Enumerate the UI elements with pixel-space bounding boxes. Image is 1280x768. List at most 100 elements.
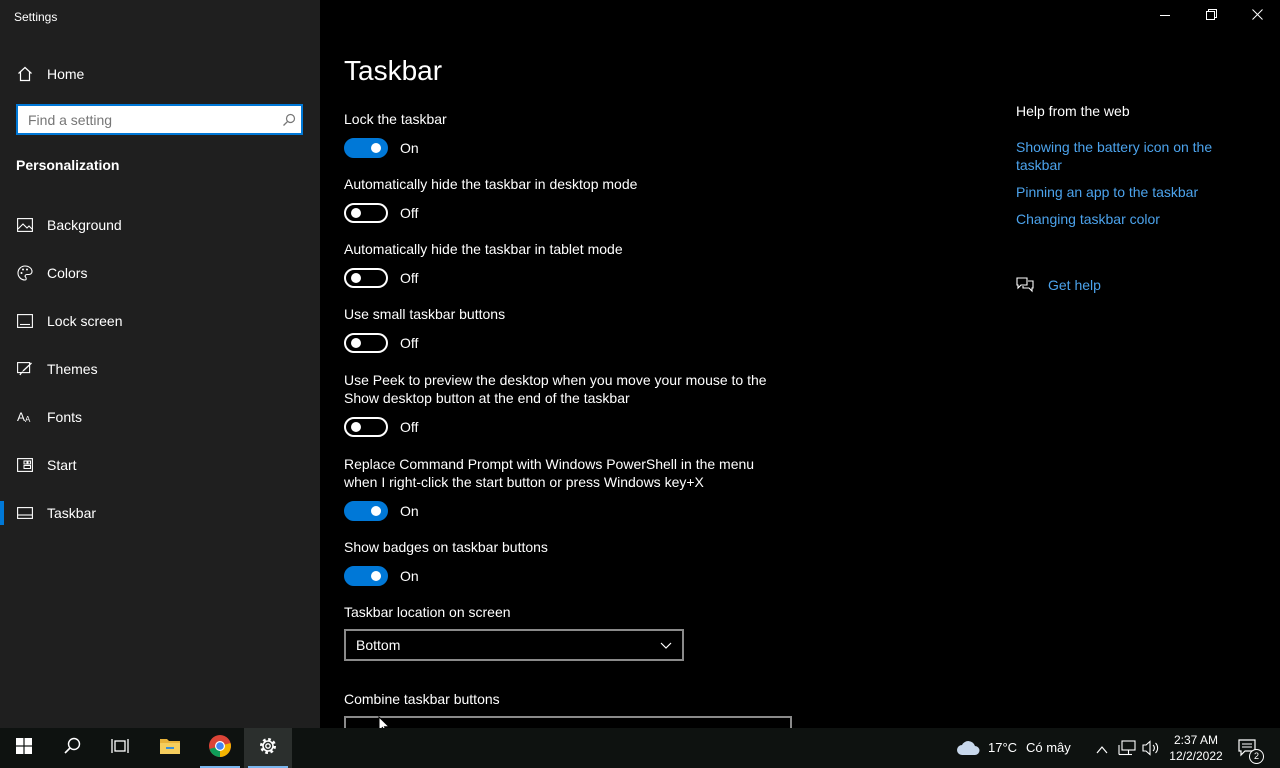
minimize-icon: [1160, 7, 1170, 25]
toggle-state: On: [400, 503, 419, 519]
setting-label-lock-taskbar: Lock the taskbar: [344, 111, 447, 127]
lock-taskbar-toggle[interactable]: [344, 138, 388, 158]
setting-label-powershell: Replace Command Prompt with Windows Powe…: [344, 456, 755, 490]
weather-description[interactable]: Có mây: [1026, 740, 1071, 755]
notification-count-badge: 2: [1249, 749, 1264, 764]
settings-taskbar-button[interactable]: [244, 728, 292, 768]
font-icon: AA: [16, 408, 34, 426]
home-nav-item[interactable]: Home: [16, 62, 84, 86]
toggle-state: Off: [400, 205, 419, 221]
chat-help-icon: [1016, 276, 1034, 294]
toggle-row-peek: Off: [344, 417, 418, 437]
small-buttons-toggle[interactable]: [344, 333, 388, 353]
clock-date: 12/2/2022: [1169, 749, 1223, 763]
start-icon: [16, 456, 34, 474]
help-title: Help from the web: [1016, 103, 1130, 119]
setting-label-location: Taskbar location on screen: [344, 604, 511, 620]
sidebar-item-label: Background: [47, 217, 122, 233]
toggle-row-lock-taskbar: On: [344, 138, 419, 158]
setting-label-autohide-tablet: Automatically hide the taskbar in tablet…: [344, 241, 623, 257]
powershell-toggle[interactable]: [344, 501, 388, 521]
taskbar-icon: [16, 504, 34, 522]
sidebar-item-taskbar[interactable]: Taskbar: [0, 493, 320, 533]
close-button[interactable]: [1234, 0, 1280, 32]
toggle-knob: [371, 506, 381, 516]
page-title: Taskbar: [344, 55, 443, 86]
toggle-state: On: [400, 140, 419, 156]
toggle-row-badges: On: [344, 566, 419, 586]
task-view-icon: [111, 738, 129, 759]
toggle-knob: [371, 571, 381, 581]
lock-screen-icon: [16, 312, 34, 330]
restore-button[interactable]: [1188, 0, 1234, 32]
dropdown-value: Bottom: [356, 637, 401, 653]
help-link-battery-icon[interactable]: Showing the battery icon on the taskbar: [1016, 138, 1236, 174]
get-help-link[interactable]: Get help: [1016, 276, 1101, 294]
volume-icon[interactable]: [1142, 740, 1160, 761]
sidebar-item-label: Taskbar: [47, 505, 97, 521]
chrome-button[interactable]: [196, 728, 244, 768]
toggle-row-powershell: On: [344, 501, 419, 521]
gear-icon: [258, 736, 278, 761]
sidebar-item-themes[interactable]: Themes: [0, 349, 320, 389]
setting-label-small-buttons: Use small taskbar buttons: [344, 306, 506, 322]
sidebar: Settings Home Personalization Background…: [0, 0, 320, 728]
help-link-taskbar-color[interactable]: Changing taskbar color: [1016, 210, 1236, 228]
home-label: Home: [47, 66, 85, 82]
search-input[interactable]: [18, 106, 277, 133]
autohide-tablet-toggle[interactable]: [344, 268, 388, 288]
sidebar-item-background[interactable]: Background: [0, 205, 320, 245]
setting-label-peek: Use Peek to preview the desktop when you…: [344, 372, 767, 406]
get-help-label: Get help: [1048, 277, 1101, 293]
autohide-desktop-toggle[interactable]: [344, 203, 388, 223]
weather-temperature[interactable]: 17°C: [988, 740, 1017, 755]
toggle-row-autohide-desktop: Off: [344, 203, 418, 223]
section-title: Personalization: [16, 157, 120, 173]
setting-label-autohide-desktop: Automatically hide the taskbar in deskto…: [344, 176, 638, 192]
chevron-up-icon[interactable]: [1096, 742, 1108, 760]
toggle-state: Off: [400, 419, 419, 435]
file-explorer-button[interactable]: [146, 728, 194, 768]
app-title: Settings: [14, 10, 58, 24]
peek-toggle[interactable]: [344, 417, 388, 437]
search-box[interactable]: [16, 104, 303, 135]
toggle-knob: [351, 208, 361, 218]
svg-text:A: A: [25, 415, 31, 424]
palette-icon: [16, 264, 34, 282]
sidebar-item-fonts[interactable]: AA Fonts: [0, 397, 320, 437]
sidebar-item-start[interactable]: Start: [0, 445, 320, 485]
toggle-state: Off: [400, 335, 419, 351]
taskbar-location-dropdown[interactable]: Bottom: [344, 629, 684, 661]
toggle-knob: [351, 338, 361, 348]
sidebar-item-label: Lock screen: [47, 313, 123, 329]
sidebar-item-label: Fonts: [47, 409, 83, 425]
sidebar-item-colors[interactable]: Colors: [0, 253, 320, 293]
svg-text:A: A: [17, 410, 25, 424]
badges-toggle[interactable]: [344, 566, 388, 586]
toggle-state: On: [400, 568, 419, 584]
setting-label-badges: Show badges on taskbar buttons: [344, 539, 548, 555]
toggle-row-small-buttons: Off: [344, 333, 418, 353]
picture-icon: [16, 216, 34, 234]
search-icon[interactable]: [277, 113, 301, 127]
restore-icon: [1205, 7, 1217, 25]
taskbar-search-button[interactable]: [48, 728, 96, 768]
cloud-weather-icon[interactable]: [956, 739, 980, 762]
chrome-icon: [208, 734, 232, 763]
sidebar-item-lock-screen[interactable]: Lock screen: [0, 301, 320, 341]
network-icon[interactable]: [1118, 740, 1136, 761]
windows-logo-icon: [16, 737, 32, 759]
system-clock[interactable]: 2:37 AM 12/2/2022: [1168, 732, 1224, 764]
toggle-knob: [371, 143, 381, 153]
home-icon: [16, 65, 34, 83]
help-link-pinning-app[interactable]: Pinning an app to the taskbar: [1016, 183, 1236, 201]
task-view-button[interactable]: [96, 728, 144, 768]
sidebar-item-label: Start: [47, 457, 77, 473]
combine-buttons-dropdown[interactable]: [344, 716, 792, 728]
minimize-button[interactable]: [1142, 0, 1188, 32]
toggle-row-autohide-tablet: Off: [344, 268, 418, 288]
search-icon: [63, 737, 81, 759]
windows-taskbar: 17°C Có mây 2:37 AM 12/2/2022 2: [0, 728, 1280, 768]
sidebar-item-label: Colors: [47, 265, 88, 281]
start-button[interactable]: [0, 728, 48, 768]
